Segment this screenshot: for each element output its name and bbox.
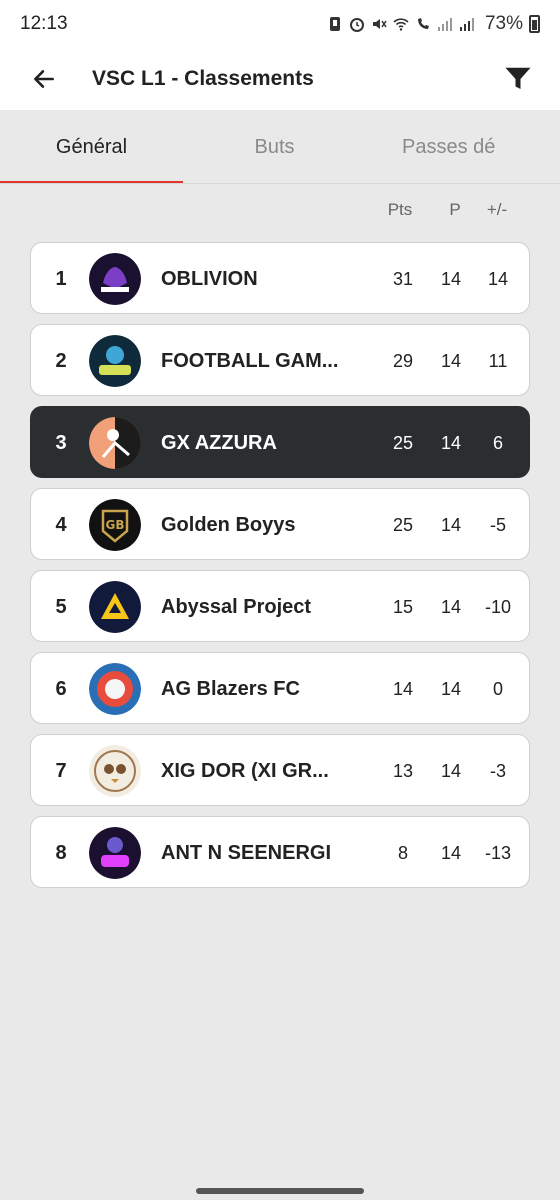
table-row[interactable]: 8 ANT N SEENERGI 8 14 -13 bbox=[30, 816, 530, 888]
team-goal-diff: 14 bbox=[487, 269, 509, 289]
team-goal-diff: 11 bbox=[488, 351, 508, 371]
team-played: 14 bbox=[440, 351, 462, 371]
filter-button[interactable] bbox=[498, 59, 538, 99]
signal-icon bbox=[459, 18, 474, 31]
team-points: 25 bbox=[392, 433, 414, 453]
signal-icon bbox=[437, 18, 452, 31]
table-row[interactable]: 4 GB Golden Boyys 25 14 -5 bbox=[30, 488, 530, 560]
rank: 8 bbox=[55, 842, 67, 864]
home-indicator[interactable] bbox=[196, 1188, 364, 1194]
team-played: 14 bbox=[440, 433, 462, 453]
team-goal-diff: -13 bbox=[484, 843, 511, 863]
team-name: OBLIVION bbox=[161, 268, 258, 290]
rank: 7 bbox=[55, 760, 67, 782]
tab-buts[interactable]: Buts bbox=[183, 110, 366, 183]
team-name: ANT N SEENERGI bbox=[161, 842, 332, 864]
table-row[interactable]: 7 XIG DOR (XI GR... 13 14 -3 bbox=[30, 734, 530, 806]
page-title: VSC L1 - Classements bbox=[92, 67, 314, 90]
rank: 4 bbox=[55, 514, 67, 536]
alarm-icon bbox=[349, 18, 364, 32]
status-icons: 73% bbox=[327, 13, 540, 35]
table-row[interactable]: 5 Abyssal Project 15 14 -10 bbox=[30, 570, 530, 642]
svg-text:GB: GB bbox=[106, 518, 125, 532]
team-played: 14 bbox=[440, 269, 462, 289]
table-row[interactable]: 6 AG Blazers FC 14 14 0 bbox=[30, 652, 530, 724]
team-logo bbox=[89, 827, 141, 879]
team-points: 14 bbox=[392, 679, 414, 699]
status-bar: 12:13 73% bbox=[0, 0, 560, 48]
team-logo bbox=[89, 663, 141, 715]
header-pts: Pts bbox=[387, 200, 413, 219]
table-row[interactable]: 3 GX AZZURA 25 14 6 bbox=[30, 406, 530, 478]
team-name: Abyssal Project bbox=[161, 596, 312, 618]
team-points: 15 bbox=[392, 597, 414, 617]
team-logo bbox=[89, 335, 141, 387]
team-goal-diff: -10 bbox=[484, 597, 511, 617]
app-bar: VSC L1 - Classements bbox=[0, 48, 560, 110]
team-logo bbox=[89, 253, 141, 305]
team-played: 14 bbox=[440, 761, 462, 781]
team-name: AG Blazers FC bbox=[161, 678, 300, 700]
arrow-left-icon bbox=[34, 70, 54, 88]
back-button[interactable] bbox=[24, 59, 64, 99]
filter-icon bbox=[505, 67, 531, 89]
team-logo bbox=[89, 417, 141, 469]
team-played: 14 bbox=[440, 597, 462, 617]
battery-icon bbox=[529, 15, 540, 33]
battery-percent: 73% bbox=[484, 13, 523, 34]
tab-bar: Général Buts Passes dé bbox=[0, 110, 560, 184]
team-name: FOOTBALL GAM... bbox=[161, 350, 339, 372]
status-time: 12:13 bbox=[20, 13, 68, 34]
tab-general[interactable]: Général bbox=[0, 110, 183, 183]
team-points: 13 bbox=[392, 761, 414, 781]
team-played: 14 bbox=[440, 679, 462, 699]
team-logo: GB bbox=[89, 499, 141, 551]
rank: 1 bbox=[55, 268, 67, 290]
team-name: GX AZZURA bbox=[161, 432, 277, 454]
team-points: 29 bbox=[392, 351, 414, 371]
team-points: 31 bbox=[392, 269, 414, 289]
rank: 2 bbox=[55, 350, 67, 372]
table-row[interactable]: 1 OBLIVION 31 14 14 bbox=[30, 242, 530, 314]
header-goal-diff: +/- bbox=[486, 200, 508, 219]
team-goal-diff: 0 bbox=[492, 679, 503, 699]
rank: 5 bbox=[55, 596, 67, 618]
team-goal-diff: -3 bbox=[489, 761, 506, 781]
wifi-calling-icon bbox=[417, 18, 429, 29]
nfc-icon bbox=[329, 17, 340, 31]
team-points: 25 bbox=[392, 515, 414, 535]
team-logo bbox=[89, 745, 141, 797]
rank: 6 bbox=[55, 678, 67, 700]
column-headers: Pts P +/- bbox=[0, 200, 560, 226]
mute-icon bbox=[372, 19, 387, 29]
team-goal-diff: -5 bbox=[489, 515, 506, 535]
header-played: P bbox=[449, 200, 461, 219]
rank: 3 bbox=[55, 432, 67, 454]
team-points: 8 bbox=[397, 843, 408, 863]
standings-list: 1 OBLIVION 31 14 14 2 FOOTBALL GAM... 29… bbox=[30, 242, 530, 898]
wifi-icon bbox=[393, 18, 409, 31]
table-row[interactable]: 2 FOOTBALL GAM... 29 14 11 bbox=[30, 324, 530, 396]
team-name: Golden Boyys bbox=[161, 514, 296, 536]
team-played: 14 bbox=[440, 515, 462, 535]
team-logo bbox=[89, 581, 141, 633]
team-goal-diff: 6 bbox=[492, 433, 503, 453]
team-played: 14 bbox=[440, 843, 462, 863]
tab-passes[interactable]: Passes dé bbox=[366, 110, 560, 183]
team-name: XIG DOR (XI GR... bbox=[161, 760, 329, 782]
